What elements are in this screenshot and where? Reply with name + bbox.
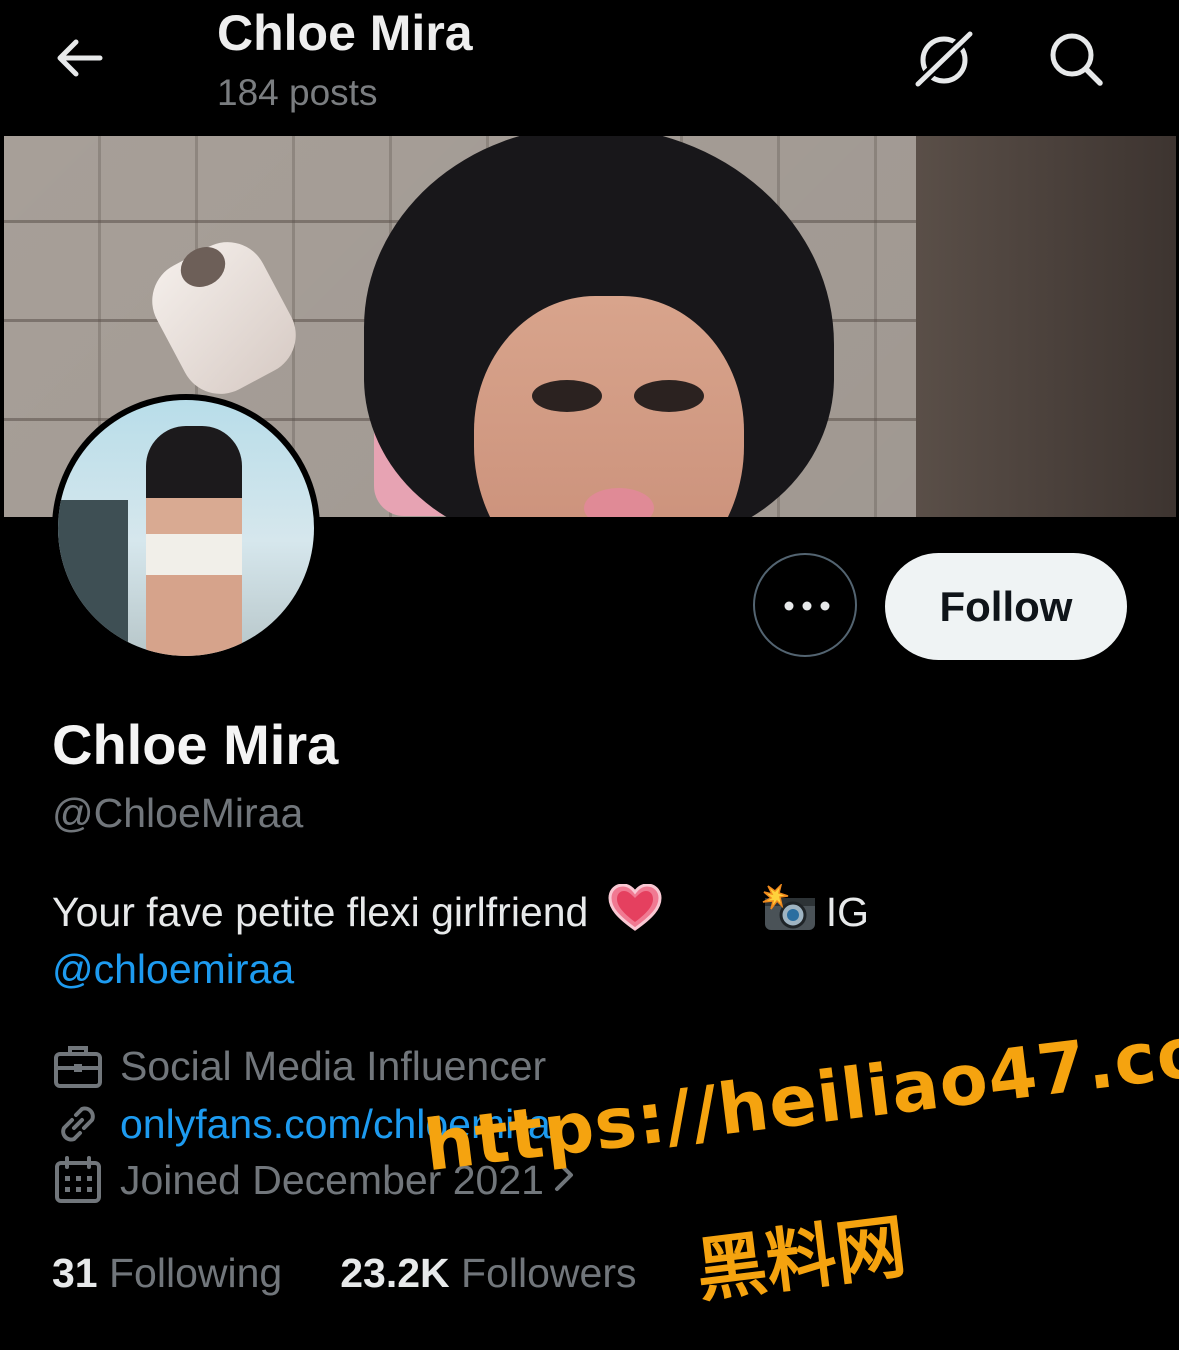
profile-category-row: Social Media Influencer: [52, 1040, 546, 1092]
profile-bio: Your fave petite flexi girlfriend IG: [52, 882, 870, 944]
back-button[interactable]: [52, 34, 106, 82]
following-stat[interactable]: 31 Following: [52, 1250, 282, 1297]
search-icon: [1050, 33, 1103, 86]
watermark-chinese: 黑料网: [691, 1205, 911, 1313]
banner-right-eye: [634, 380, 704, 412]
banner-left-eye: [532, 380, 602, 412]
bio-text: Your fave petite flexi girlfriend: [52, 889, 589, 935]
avatar-person: [146, 426, 242, 656]
briefcase-icon: [52, 1040, 104, 1092]
bio-ig-label: IG: [825, 889, 870, 935]
grok-icon: [912, 30, 974, 90]
more-horizontal-icon: [784, 601, 830, 611]
post-count: 184 posts: [217, 72, 378, 113]
followers-stat[interactable]: 23.2K Followers: [340, 1250, 636, 1297]
avatar-building: [58, 500, 128, 656]
profile-stats: 31 Following 23.2K Followers: [52, 1250, 636, 1297]
bio-ig-link[interactable]: @chloemiraa: [52, 946, 294, 993]
followers-label: Followers: [461, 1250, 637, 1296]
header-title: Chloe Mira: [217, 5, 473, 61]
pink-heart-emoji: [608, 883, 662, 942]
camera-flash-emoji: [762, 882, 818, 944]
watermark-url: https://heiliao47.com: [420, 1001, 1179, 1188]
search-button[interactable]: [1046, 30, 1106, 88]
top-bar: Chloe Mira 184 posts: [0, 0, 1179, 136]
avatar[interactable]: [52, 394, 320, 662]
profile-display-name: Chloe Mira: [52, 713, 339, 776]
calendar-icon: [52, 1154, 104, 1206]
profile-handle: @ChloeMiraa: [52, 790, 304, 836]
follow-button[interactable]: Follow: [885, 553, 1127, 660]
following-label: Following: [109, 1250, 283, 1296]
banner-background-right: [916, 136, 1176, 517]
followers-count: 23.2K: [340, 1250, 450, 1296]
profile-category: Social Media Influencer: [120, 1042, 547, 1089]
following-count: 31: [52, 1250, 98, 1296]
grok-button[interactable]: [912, 30, 976, 90]
back-arrow-icon: [57, 39, 103, 77]
link-icon: [52, 1098, 104, 1150]
avatar-photo: [58, 400, 314, 656]
more-options-button[interactable]: [753, 553, 857, 657]
